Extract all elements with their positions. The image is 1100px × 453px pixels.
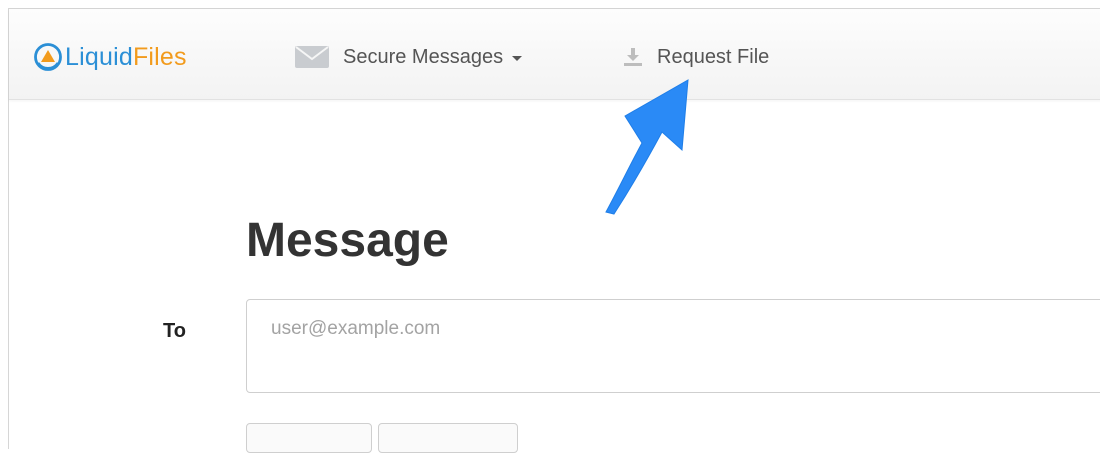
top-navbar: LiquidFiles Secure Messages Request File — [9, 9, 1100, 100]
download-icon — [624, 48, 642, 66]
nav-secure-messages-label: Secure Messages — [343, 45, 504, 68]
envelope-icon — [295, 46, 329, 68]
app-window: LiquidFiles Secure Messages Request File… — [8, 8, 1100, 453]
nav-secure-messages[interactable]: Secure Messages — [295, 37, 523, 77]
to-label: To — [163, 320, 186, 342]
chevron-down-icon — [512, 55, 523, 61]
brand-name: LiquidFiles — [65, 43, 187, 72]
page-title: Message — [246, 214, 449, 267]
liquidfiles-logo-icon — [34, 43, 62, 71]
nav-request-file-label: Request File — [657, 45, 770, 68]
brand-name-files: Files — [132, 42, 187, 71]
brand-logo[interactable]: LiquidFiles — [33, 37, 187, 77]
nav-request-file[interactable]: Request File — [623, 37, 769, 77]
to-recipient-input[interactable] — [246, 299, 1100, 393]
brand-name-liquid: Liquid — [65, 42, 133, 71]
